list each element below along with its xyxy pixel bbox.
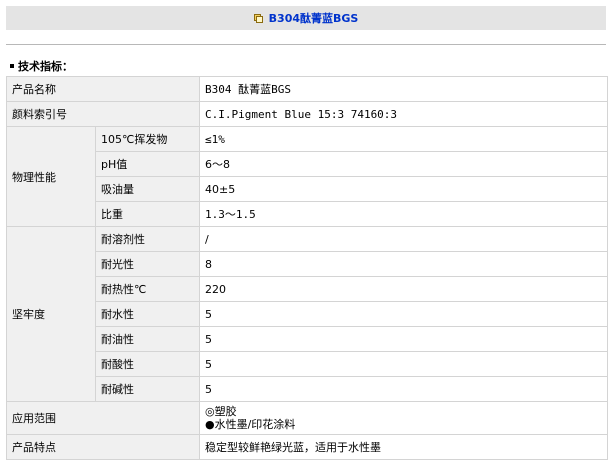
row-label: 耐溶剂性 bbox=[95, 226, 200, 252]
row-value: 1.3～1.5 bbox=[199, 201, 608, 227]
application-line-1: ◎塑胶 bbox=[205, 405, 237, 418]
document-icon bbox=[253, 13, 263, 23]
table-row: pH值 6～8 bbox=[7, 151, 608, 177]
title-bar: B304酞菁蓝BGS bbox=[6, 6, 606, 30]
table-row: 坚牢度 耐溶剂性 / bbox=[6, 226, 608, 402]
row-value: ≤1% bbox=[199, 126, 608, 152]
row-label: 颜料索引号 bbox=[6, 101, 200, 127]
page-title: B304酞菁蓝BGS bbox=[268, 12, 359, 25]
row-label: 产品名称 bbox=[6, 76, 200, 102]
row-value: 稳定型较鲜艳绿光蓝，适用于水性墨 bbox=[199, 434, 608, 460]
row-value: 40±5 bbox=[199, 176, 608, 202]
row-value: 220 bbox=[199, 276, 608, 302]
table-row: 耐碱性 5 bbox=[7, 376, 608, 402]
row-value: 5 bbox=[199, 301, 608, 327]
row-label: 比重 bbox=[95, 201, 200, 227]
table-row: 耐热性℃ 220 bbox=[7, 276, 608, 302]
table-row: 颜料索引号 C.I.Pigment Blue 15:3 74160:3 bbox=[6, 101, 608, 127]
table-row: 比重 1.3～1.5 bbox=[7, 201, 608, 227]
section-heading: 技术指标： bbox=[10, 58, 73, 74]
row-label: 耐碱性 bbox=[95, 376, 200, 402]
row-value: C.I.Pigment Blue 15:3 74160:3 bbox=[199, 101, 608, 127]
bullet-icon bbox=[10, 64, 14, 68]
divider bbox=[6, 44, 606, 45]
row-value: 5 bbox=[199, 326, 608, 352]
row-label: 耐热性℃ bbox=[95, 276, 200, 302]
row-label: 耐酸性 bbox=[95, 351, 200, 377]
spec-table: 产品名称 B304 酞菁蓝BGS 颜料索引号 C.I.Pigment Blue … bbox=[6, 76, 608, 460]
row-value: 8 bbox=[199, 251, 608, 277]
group-label: 坚牢度 bbox=[6, 226, 96, 402]
table-row: 耐水性 5 bbox=[7, 301, 608, 327]
row-label: 吸油量 bbox=[95, 176, 200, 202]
row-label: 105℃挥发物 bbox=[95, 126, 200, 152]
application-line-2: ●水性墨/印花涂料 bbox=[205, 418, 296, 431]
table-row: 应用范围 ◎塑胶 ●水性墨/印花涂料 bbox=[6, 401, 608, 435]
row-value: B304 酞菁蓝BGS bbox=[199, 76, 608, 102]
row-value: / bbox=[199, 226, 608, 252]
row-label: 产品特点 bbox=[6, 434, 200, 460]
table-row: 耐油性 5 bbox=[7, 326, 608, 352]
row-value: 5 bbox=[199, 351, 608, 377]
row-label: pH值 bbox=[95, 151, 200, 177]
table-row: 耐酸性 5 bbox=[7, 351, 608, 377]
section-heading-text: 技术指标： bbox=[18, 60, 73, 73]
table-row: 吸油量 40±5 bbox=[7, 176, 608, 202]
table-row: 产品名称 B304 酞菁蓝BGS bbox=[6, 76, 608, 102]
row-value: 5 bbox=[199, 376, 608, 402]
row-label: 耐水性 bbox=[95, 301, 200, 327]
group-label: 物理性能 bbox=[6, 126, 96, 227]
row-label: 耐油性 bbox=[95, 326, 200, 352]
table-row: 物理性能 105℃挥发物 ≤1% bbox=[6, 126, 608, 227]
table-row: 产品特点 稳定型较鲜艳绿光蓝，适用于水性墨 bbox=[6, 434, 608, 460]
row-value: ◎塑胶 ●水性墨/印花涂料 bbox=[199, 401, 608, 435]
row-label: 耐光性 bbox=[95, 251, 200, 277]
row-label: 应用范围 bbox=[6, 401, 200, 435]
table-row: 耐光性 8 bbox=[7, 251, 608, 277]
row-value: 6～8 bbox=[199, 151, 608, 177]
